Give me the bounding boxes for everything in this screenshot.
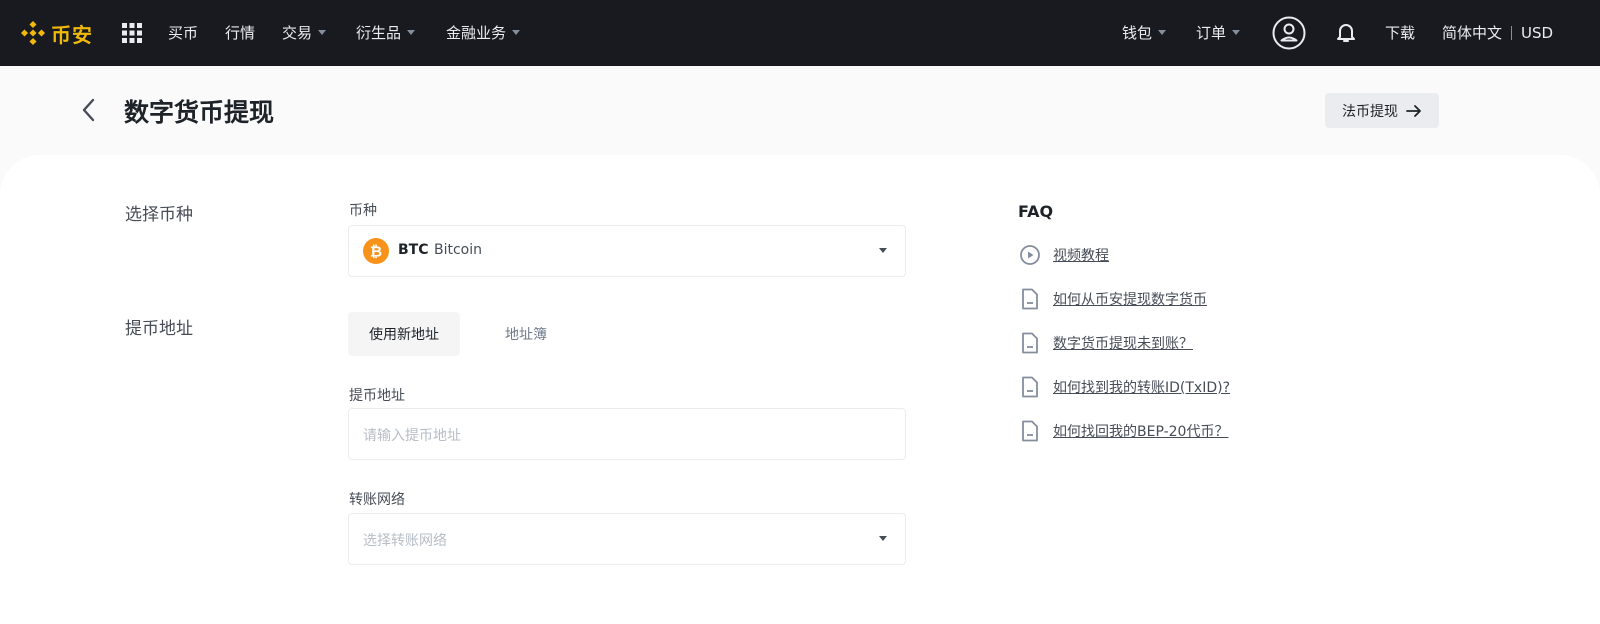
caret-down-icon xyxy=(407,30,416,35)
coin-select[interactable]: ₿ BTC Bitcoin xyxy=(348,225,906,277)
network-select[interactable]: 选择转账网络 xyxy=(348,513,906,565)
nav-download[interactable]: 下载 xyxy=(1385,22,1415,43)
binance-logo-icon xyxy=(20,20,46,46)
caret-down-icon xyxy=(318,30,327,35)
arrow-right-icon xyxy=(1406,104,1421,117)
select-coin-section-label: 选择币种 xyxy=(125,205,193,225)
coin-symbol: BTC xyxy=(398,242,429,258)
caret-down-icon xyxy=(512,30,521,35)
nav-label: 下载 xyxy=(1385,24,1416,42)
address-input[interactable]: 请输入提币地址 xyxy=(348,408,906,460)
caret-down-icon xyxy=(1232,30,1241,35)
top-navbar: 币安 买币 行情 交易 衍生品 金融业务 钱包 订单 下载 简体中文 USD xyxy=(0,0,1600,66)
brand-name: 币安 xyxy=(51,22,93,47)
network-field-label: 转账网络 xyxy=(349,492,405,508)
document-icon xyxy=(1022,332,1038,354)
document-icon xyxy=(1022,288,1038,310)
faq-link-text: 如何找到我的转账ID(TxID)? xyxy=(1053,380,1231,396)
nav-label: 订单 xyxy=(1196,24,1227,42)
faq-link-text: 如何从币安提现数字货币 xyxy=(1053,292,1207,308)
back-arrow-icon[interactable] xyxy=(78,97,100,123)
tab-address-book[interactable]: 地址簿 xyxy=(488,312,564,356)
address-placeholder: 请输入提币地址 xyxy=(363,428,461,444)
page-title: 数字货币提现 xyxy=(124,98,275,127)
tab-label: 地址簿 xyxy=(505,327,547,343)
bitcoin-icon: ₿ xyxy=(363,238,389,264)
coin-name: Bitcoin xyxy=(434,242,483,258)
svg-text:₿: ₿ xyxy=(370,243,382,261)
coin-field-label: 币种 xyxy=(349,203,377,219)
language-currency-selector[interactable]: 简体中文 USD xyxy=(1442,22,1553,43)
document-icon xyxy=(1022,376,1038,398)
nav-trade[interactable]: 交易 xyxy=(282,22,327,43)
faq-link-recover-bep20[interactable]: 如何找回我的BEP-20代币？ xyxy=(1018,419,1228,443)
nav-orders[interactable]: 订单 xyxy=(1196,22,1241,43)
nav-buy-crypto[interactable]: 买币 xyxy=(168,22,198,43)
caret-down-icon xyxy=(879,248,887,253)
brand-logo[interactable]: 币安 xyxy=(20,17,93,49)
faq-link-text: 如何找回我的BEP-20代币？ xyxy=(1053,424,1229,440)
play-icon xyxy=(1020,245,1040,265)
currency-label: USD xyxy=(1521,23,1554,42)
network-placeholder: 选择转账网络 xyxy=(363,533,447,549)
faq-link-video-tutorial[interactable]: 视频教程 xyxy=(1018,243,1109,267)
faq-link-text: 视频教程 xyxy=(1053,248,1109,264)
user-avatar-icon[interactable] xyxy=(1272,16,1306,50)
address-field-label: 提币地址 xyxy=(349,388,405,404)
faq-link-find-txid[interactable]: 如何找到我的转账ID(TxID)? xyxy=(1018,375,1230,399)
faq-link-text: 数字货币提现未到账？ xyxy=(1053,336,1193,352)
fiat-withdraw-label: 法币提现 xyxy=(1342,103,1398,120)
caret-down-icon xyxy=(1158,30,1167,35)
faq-link-how-to-withdraw[interactable]: 如何从币安提现数字货币 xyxy=(1018,287,1207,311)
nav-label: 交易 xyxy=(282,24,313,42)
nav-markets[interactable]: 行情 xyxy=(225,22,255,43)
faq-title: FAQ xyxy=(1018,202,1054,221)
nav-label: 金融业务 xyxy=(446,24,507,42)
language-label: 简体中文 xyxy=(1442,24,1503,42)
divider xyxy=(1511,25,1513,40)
faq-link-not-received[interactable]: 数字货币提现未到账？ xyxy=(1018,331,1193,355)
apps-grid-icon[interactable] xyxy=(122,23,142,43)
notification-bell-icon[interactable] xyxy=(1334,20,1358,44)
tab-label: 使用新地址 xyxy=(369,327,439,343)
tab-new-address[interactable]: 使用新地址 xyxy=(348,312,460,356)
nav-label: 行情 xyxy=(225,24,256,42)
document-icon xyxy=(1022,420,1038,442)
address-section-label: 提币地址 xyxy=(125,319,193,339)
nav-wallet[interactable]: 钱包 xyxy=(1122,22,1167,43)
fiat-withdraw-button[interactable]: 法币提现 xyxy=(1325,93,1439,128)
nav-label: 钱包 xyxy=(1122,24,1153,42)
nav-finance[interactable]: 金融业务 xyxy=(446,22,521,43)
caret-down-icon xyxy=(879,536,887,541)
nav-label: 衍生品 xyxy=(356,24,402,42)
nav-label: 买币 xyxy=(168,24,199,42)
nav-derivatives[interactable]: 衍生品 xyxy=(356,22,416,43)
